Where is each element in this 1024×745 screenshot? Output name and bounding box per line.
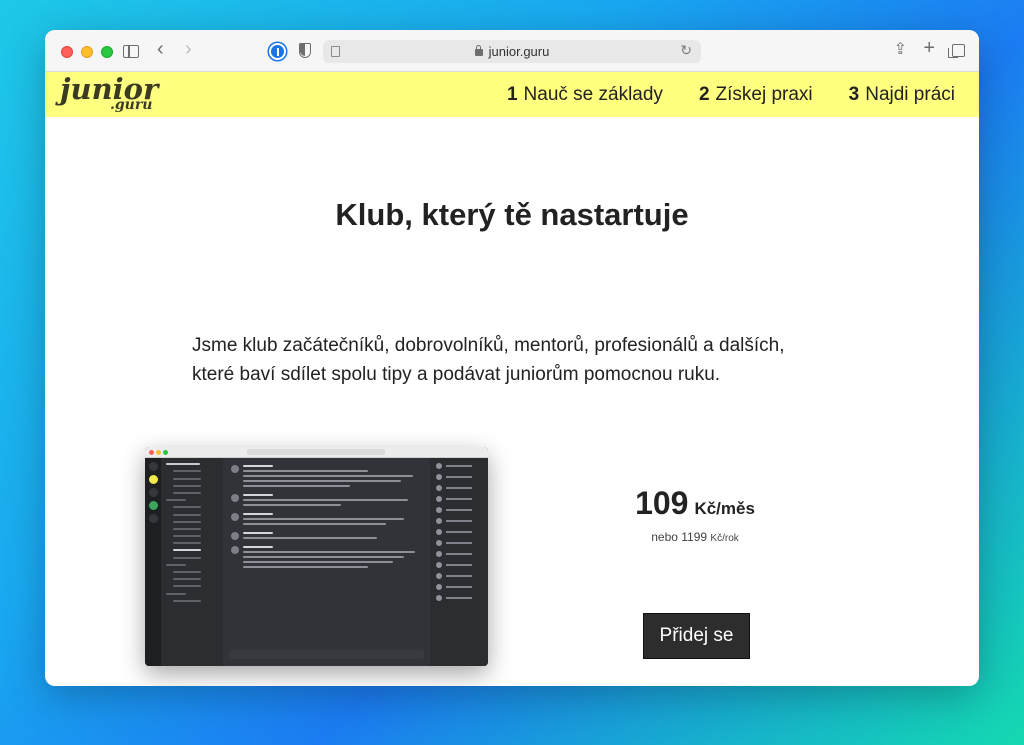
nav-step-number: 3 bbox=[848, 84, 860, 105]
nav-item-jobs[interactable]: 3 Najdi práci bbox=[849, 84, 955, 106]
password-manager-icon[interactable] bbox=[269, 43, 286, 60]
intro-line-2: které baví sdílet spolu tipy a podávat j… bbox=[192, 364, 721, 385]
new-tab-icon[interactable]: + bbox=[923, 38, 935, 58]
main-nav: 1 Nauč se základy 2 Získej praxi 3 Najdi pr… bbox=[507, 84, 955, 106]
nav-item-practice[interactable]: 2 Získej praxi bbox=[699, 84, 813, 106]
nav-item-label: Najdi práci bbox=[865, 84, 955, 105]
nav-item-basics[interactable]: 1 Nauč se základy bbox=[507, 84, 663, 106]
page-title: Klub, který tě nastartuje bbox=[335, 197, 689, 232]
pricing-box: 109 Kč/měs nebo 1199 Kč/rok bbox=[605, 485, 785, 544]
close-window-button[interactable] bbox=[61, 46, 73, 58]
price-main: 109 Kč/měs bbox=[605, 485, 785, 522]
page-content: Klub, který tě nastartuje Jsme klub začá… bbox=[45, 117, 979, 686]
price-yearly: nebo 1199 Kč/rok bbox=[605, 530, 785, 544]
nav-item-label: Nauč se základy bbox=[523, 84, 663, 105]
nav-step-number: 2 bbox=[698, 84, 710, 105]
address-bar[interactable]: junior.guru ↻ bbox=[323, 40, 701, 63]
window-controls bbox=[61, 46, 113, 58]
price-amount: 109 bbox=[635, 485, 689, 521]
intro-paragraph: Jsme klub začátečníků, dobrovolníků, men… bbox=[192, 331, 852, 389]
lock-icon bbox=[474, 45, 483, 56]
logo-sub-text: .guru bbox=[110, 97, 153, 113]
address-text: junior.guru bbox=[488, 44, 550, 59]
sidebar-icon[interactable] bbox=[123, 45, 139, 58]
price-yearly-unit: Kč/rok bbox=[710, 533, 739, 544]
nav-step-number: 1 bbox=[506, 84, 518, 105]
browser-toolbar: ‹ › junior.guru ↻ ⇪ + bbox=[45, 30, 979, 72]
intro-line-1: Jsme klub začátečníků, dobrovolníků, men… bbox=[192, 335, 785, 356]
site-logo[interactable]: junior .guru bbox=[60, 74, 158, 113]
reload-icon[interactable]: ↻ bbox=[680, 42, 692, 59]
page-icon bbox=[331, 46, 340, 57]
share-icon[interactable]: ⇪ bbox=[894, 40, 907, 60]
browser-window: ‹ › junior.guru ↻ ⇪ + junior .guru 1 Nauč… bbox=[45, 30, 979, 686]
zoom-window-button[interactable] bbox=[101, 46, 113, 58]
nav-item-label: Získej praxi bbox=[715, 84, 813, 105]
site-navbar: junior .guru 1 Nauč se základy 2 Získej pr… bbox=[45, 72, 979, 117]
minimize-window-button[interactable] bbox=[81, 46, 93, 58]
back-icon[interactable]: ‹ bbox=[157, 39, 164, 59]
screenshot-browser-bar bbox=[145, 447, 488, 458]
price-unit: Kč/měs bbox=[694, 499, 755, 518]
club-screenshot-image bbox=[145, 447, 488, 666]
privacy-shield-icon[interactable] bbox=[299, 43, 311, 58]
price-yearly-amount: nebo 1199 bbox=[651, 530, 708, 544]
join-button[interactable]: Přidej se bbox=[643, 613, 750, 659]
tab-overview-icon[interactable] bbox=[948, 44, 965, 58]
forward-icon[interactable]: › bbox=[185, 39, 192, 59]
